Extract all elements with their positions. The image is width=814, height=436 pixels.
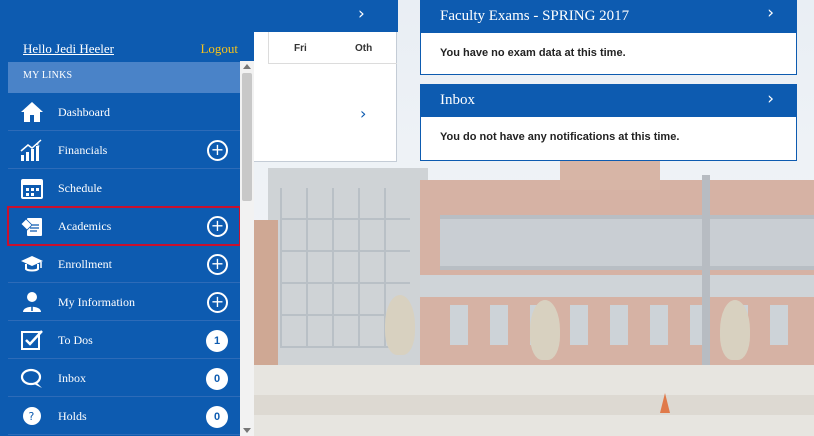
chart-icon: $	[20, 139, 44, 161]
faculty-exams-header[interactable]: Faculty Exams - SPRING 2017 ›	[421, 0, 796, 33]
sidebar-item-dashboard[interactable]: Dashboard	[8, 93, 240, 131]
top-bar-chevron-icon[interactable]: ›	[358, 4, 365, 24]
svg-text:?: ?	[29, 410, 35, 423]
sidebar-scrollbar[interactable]	[240, 61, 254, 436]
scroll-down-icon[interactable]	[243, 428, 251, 433]
my-links-header: MY LINKS	[8, 62, 240, 93]
sidebar-menu: Dashboard $ Financials + Schedule Academ…	[7, 93, 241, 435]
sidebar-item-label: Enrollment	[58, 257, 112, 271]
logout-link[interactable]: Logout	[200, 41, 238, 57]
sidebar-item-enrollment[interactable]: Enrollment +	[8, 245, 240, 283]
building-main	[420, 180, 814, 365]
sidebar-item-label: To Dos	[58, 333, 93, 347]
sidebar-item-inbox[interactable]: Inbox 0	[8, 359, 240, 397]
user-greeting-link[interactable]: Hello Jedi Heeler	[23, 41, 114, 57]
sidebar-item-schedule[interactable]: Schedule	[8, 169, 240, 207]
scroll-up-icon[interactable]	[243, 64, 251, 69]
sidebar-item-holds[interactable]: ? Holds 0	[8, 397, 240, 435]
person-icon	[20, 291, 44, 313]
sidebar-item-label: Schedule	[58, 181, 102, 195]
inbox-count-badge: 0	[206, 368, 228, 390]
sidebar-item-my-information[interactable]: My Information +	[8, 283, 240, 321]
chat-icon	[20, 367, 44, 389]
sidebar-item-label: Financials	[58, 143, 108, 157]
calendar-widget: Fri Oth ›	[254, 32, 397, 162]
sidebar-item-label: Holds	[58, 409, 87, 423]
day-label-fri: Fri	[294, 43, 307, 54]
building-roof	[560, 160, 660, 190]
help-icon: ?	[20, 405, 44, 427]
calendar-next-chevron-icon[interactable]: ›	[360, 104, 366, 123]
sidebar-item-label: Dashboard	[58, 105, 110, 119]
checkbox-icon	[20, 329, 44, 351]
tree	[385, 295, 415, 355]
academics-icon	[20, 215, 44, 237]
inbox-panel: Inbox › You do not have any notification…	[420, 84, 797, 161]
top-bar: ›	[0, 0, 398, 32]
todo-count-badge: 1	[206, 330, 228, 352]
day-label-oth: Oth	[355, 43, 373, 54]
user-greeting-row: Hello Jedi Heeler Logout	[8, 41, 240, 61]
sidebar-item-financials[interactable]: $ Financials +	[8, 131, 240, 169]
light-pole	[702, 175, 710, 365]
expand-plus-icon[interactable]: +	[207, 216, 228, 237]
sidebar-item-label: Inbox	[58, 371, 86, 385]
inbox-header[interactable]: Inbox ›	[421, 85, 796, 117]
graduation-cap-icon	[20, 253, 44, 275]
sidebar-item-label: My Information	[58, 295, 135, 309]
tree	[530, 300, 560, 360]
inbox-title: Inbox	[440, 92, 475, 108]
sidebar: Hello Jedi Heeler Logout MY LINKS Dashbo…	[0, 32, 254, 436]
expand-plus-icon[interactable]: +	[207, 254, 228, 275]
sidebar-item-academics[interactable]: Academics +	[7, 206, 241, 246]
calendar-icon	[20, 177, 44, 199]
sidebar-item-label: Academics	[58, 219, 112, 233]
expand-plus-icon[interactable]: +	[207, 140, 228, 161]
home-icon	[20, 101, 44, 123]
road	[254, 395, 814, 415]
scroll-thumb[interactable]	[242, 73, 252, 201]
expand-plus-icon[interactable]: +	[207, 292, 228, 313]
chevron-right-icon[interactable]: ›	[767, 3, 774, 23]
building-column	[254, 220, 278, 370]
holds-count-badge: 0	[206, 406, 228, 428]
tree	[720, 300, 750, 360]
faculty-exams-message: You have no exam data at this time.	[440, 47, 626, 59]
calendar-day-header: Fri Oth	[268, 32, 397, 64]
faculty-exams-title: Faculty Exams - SPRING 2017	[440, 8, 630, 24]
faculty-exams-panel: Faculty Exams - SPRING 2017 › You have n…	[420, 0, 797, 75]
sidebar-item-to-dos[interactable]: To Dos 1	[8, 321, 240, 359]
chevron-right-icon[interactable]: ›	[767, 89, 774, 109]
inbox-message: You do not have any notifications at thi…	[440, 131, 680, 143]
traffic-cone	[660, 393, 670, 413]
svg-text:$: $	[36, 142, 40, 149]
